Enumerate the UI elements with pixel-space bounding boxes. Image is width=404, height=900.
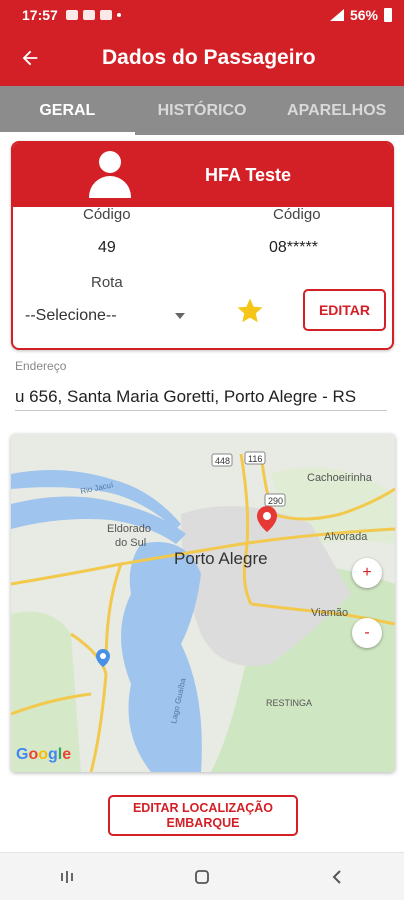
map-label-restinga: RESTINGA — [266, 698, 312, 708]
battery-icon — [384, 8, 392, 22]
codigo-label-2: Código — [273, 206, 321, 223]
map-canvas: Cachoeirinha Alvorada Eldorado do Sul Po… — [11, 434, 395, 772]
zoom-out-button[interactable]: - — [352, 618, 382, 648]
map-label-alvorada: Alvorada — [324, 531, 368, 543]
image-notification-icon — [65, 10, 78, 20]
map-label-do-sul: do Sul — [115, 537, 146, 549]
endereco-label: Endereço — [15, 359, 67, 373]
home-button[interactable] — [182, 857, 222, 897]
arrow-left-icon — [22, 50, 38, 66]
rota-select[interactable]: --Selecione-- — [25, 301, 185, 331]
recent-apps-button[interactable] — [47, 857, 87, 897]
zoom-in-button[interactable]: + — [352, 558, 382, 588]
status-bar: 17:57 56% — [0, 0, 404, 30]
more-notifications-icon — [116, 13, 121, 17]
system-nav-bar — [0, 852, 404, 900]
tab-bar: GERAL HISTÓRICO APARELHOS — [0, 86, 404, 135]
youtube-notification-icon — [99, 10, 112, 20]
recent-apps-icon — [61, 870, 74, 883]
google-logo: Google — [16, 746, 71, 763]
edit-location-line2: EMBARQUE — [166, 815, 240, 830]
map-label-cachoeirinha: Cachoeirinha — [307, 472, 373, 484]
edit-location-button[interactable]: EDITAR LOCALIZAÇÃO EMBARQUE — [108, 795, 298, 836]
rota-label: Rota — [91, 274, 123, 291]
tab-historico[interactable]: HISTÓRICO — [135, 86, 270, 135]
rota-select-value: --Selecione-- — [25, 307, 117, 324]
back-button[interactable] — [0, 30, 60, 86]
road-shield-116: 116 — [248, 454, 262, 464]
tab-geral[interactable]: GERAL — [0, 86, 135, 135]
road-shield-290: 290 — [268, 496, 283, 506]
page-title: Dados do Passageiro — [102, 46, 316, 69]
endereco-field[interactable]: u 656, Santa Maria Goretti, Porto Alegre… — [15, 377, 387, 411]
map-view[interactable]: Cachoeirinha Alvorada Eldorado do Sul Po… — [11, 434, 395, 772]
status-right: 56% — [329, 7, 392, 23]
passenger-card-header: HFA Teste — [13, 143, 392, 207]
chevron-left-icon — [332, 869, 341, 884]
battery-level: 56% — [349, 7, 378, 23]
codigo-label-1: Código — [83, 206, 131, 223]
edit-button[interactable]: EDITAR — [303, 289, 386, 331]
map-label-viamao: Viamão — [311, 607, 348, 619]
star-icon[interactable] — [235, 296, 265, 326]
app-notification-icon — [82, 10, 95, 20]
passenger-name: HFA Teste — [205, 164, 292, 185]
app-bar: Dados do Passageiro — [0, 30, 404, 86]
map-label-eldorado: Eldorado — [107, 523, 151, 535]
home-icon — [195, 869, 209, 884]
map-label-porto-alegre: Porto Alegre — [174, 549, 268, 568]
road-shield-448: 448 — [215, 456, 230, 466]
person-icon — [87, 151, 133, 199]
codigo-value-2: 08***** — [269, 239, 318, 256]
edit-location-line1: EDITAR LOCALIZAÇÃO — [132, 800, 274, 815]
status-time: 17:57 — [22, 7, 58, 23]
signal-icon — [329, 9, 344, 21]
status-notification-icons — [65, 10, 121, 20]
system-back-button[interactable] — [317, 857, 357, 897]
caret-down-icon — [175, 313, 185, 319]
tab-aparelhos[interactable]: APARELHOS — [269, 86, 404, 135]
codigo-value-1: 49 — [98, 239, 116, 256]
